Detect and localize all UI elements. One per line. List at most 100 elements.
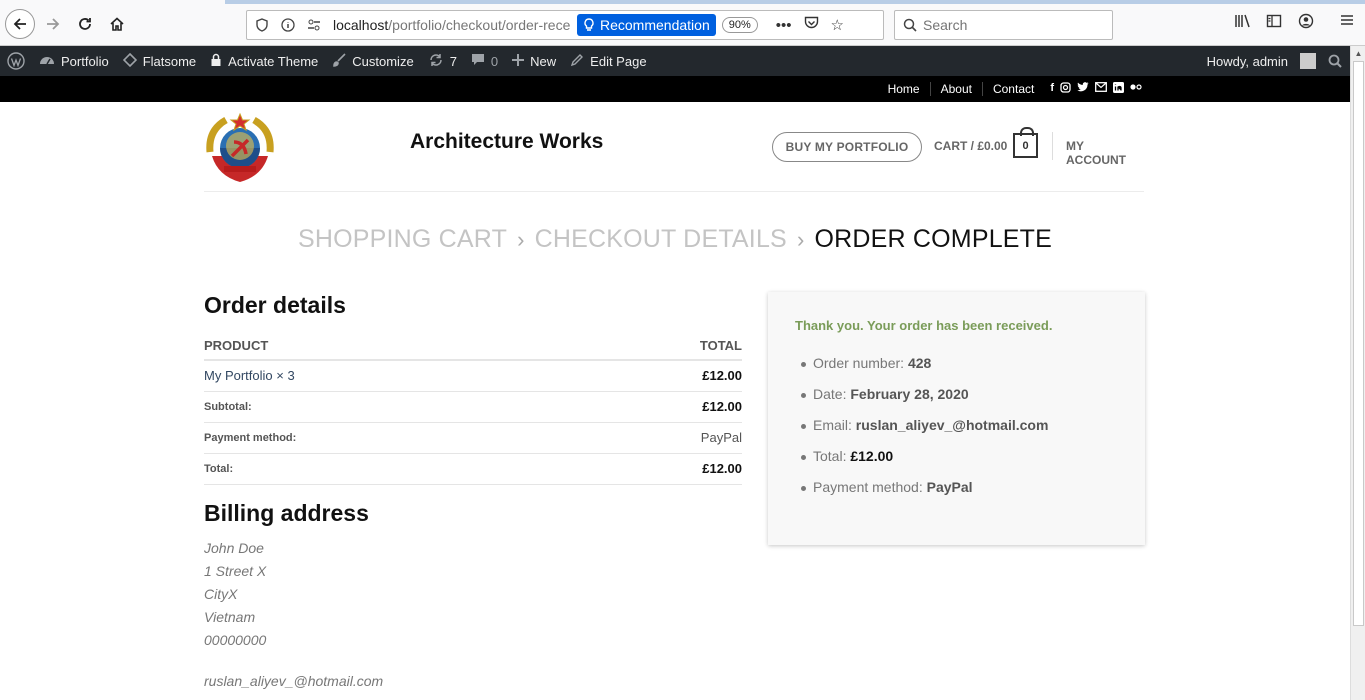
search-box[interactable]: [894, 10, 1113, 40]
lightbulb-icon: [584, 18, 594, 31]
step-separator: ›: [796, 227, 805, 252]
table-row: My Portfolio × 3 £12.00: [204, 360, 742, 392]
home-button[interactable]: [102, 9, 132, 39]
wp-admin-bar: Portfolio Flatsome Activate Theme Custom…: [0, 46, 1350, 76]
order-received-box: Thank you. Your order has been received.…: [768, 292, 1145, 545]
table-row: Total: £12.00: [204, 453, 742, 485]
adminbar-my-account[interactable]: Howdy, admin: [1200, 46, 1328, 76]
payment-method-value: PayPal: [573, 422, 742, 454]
adminbar-updates-count: 7: [449, 53, 457, 69]
order-payment-label: Payment method:: [813, 479, 923, 495]
reload-icon: [79, 18, 91, 30]
wordpress-icon: [7, 52, 25, 70]
order-details-table: PRODUCT TOTAL My Portfolio × 3 £12.00 Su…: [204, 334, 742, 485]
order-details-section: Order details PRODUCT TOTAL My Portfolio…: [204, 292, 742, 485]
recommendation-button[interactable]: Recommendation: [577, 14, 716, 36]
adminbar-new[interactable]: New: [505, 46, 563, 76]
cart-count-badge[interactable]: 0: [1013, 127, 1038, 158]
sidebar-icon[interactable]: [1266, 13, 1282, 34]
step-order-complete[interactable]: ORDER COMPLETE: [814, 225, 1052, 253]
recommendation-label: Recommendation: [600, 17, 710, 33]
flickr-icon[interactable]: [1130, 82, 1142, 96]
step-shopping-cart[interactable]: SHOPPING CART: [298, 225, 507, 253]
url-text[interactable]: localhost/portfolio/checkout/order-rece: [333, 17, 573, 33]
wp-logo-menu[interactable]: [0, 46, 32, 76]
zoom-level[interactable]: 90%: [721, 17, 758, 33]
twitter-icon[interactable]: [1077, 82, 1089, 96]
arrow-left-icon: [13, 18, 26, 30]
adminbar-edit-label: Edit Page: [590, 53, 647, 69]
forward-button[interactable]: [38, 9, 68, 39]
order-total-label: Total:: [813, 448, 847, 464]
billing-country: Vietnam: [204, 609, 256, 625]
account-icon[interactable]: [1298, 13, 1314, 34]
info-icon[interactable]: [277, 14, 299, 36]
cart-link[interactable]: CART / £0.00: [934, 139, 1007, 153]
adminbar-edit-page[interactable]: Edit Page: [563, 46, 653, 76]
billing-street: 1 Street X: [204, 563, 267, 579]
topbar-link-about[interactable]: About: [931, 82, 983, 96]
adminbar-comments[interactable]: 0: [464, 46, 505, 76]
subtotal-label: Subtotal:: [204, 391, 574, 423]
order-overview-list: Order number: 428 Date: February 28, 202…: [795, 355, 1118, 497]
table-header-row: PRODUCT TOTAL: [204, 334, 742, 361]
site-title[interactable]: Architecture Works: [410, 130, 603, 154]
product-link[interactable]: My Portfolio: [204, 368, 273, 383]
search-input[interactable]: [923, 17, 1103, 33]
bookmark-star-icon[interactable]: ☆: [831, 16, 844, 34]
my-account-link[interactable]: MY ACCOUNT: [1066, 139, 1144, 167]
checkout-breadcrumb: SHOPPING CART › CHECKOUT DETAILS › ORDER COM…: [0, 225, 1350, 254]
billing-address-heading: Billing address: [204, 500, 369, 526]
shield-icon[interactable]: [251, 14, 273, 36]
scroll-up-arrow[interactable]: ▲: [1351, 46, 1365, 61]
list-item: Total: £12.00: [795, 448, 1118, 466]
adminbar-activate-theme[interactable]: Activate Theme: [203, 46, 325, 76]
payment-method-label: Payment method:: [204, 422, 574, 454]
flatsome-icon: [122, 52, 137, 70]
topbar-link-home[interactable]: Home: [878, 82, 931, 96]
back-button[interactable]: [5, 9, 35, 39]
order-email-label: Email:: [813, 417, 852, 433]
adminbar-search[interactable]: [1328, 46, 1350, 76]
pocket-icon[interactable]: [804, 16, 819, 34]
url-host: localhost: [333, 17, 389, 33]
linkedin-icon[interactable]: [1113, 82, 1124, 96]
adminbar-site-label: Portfolio: [61, 53, 109, 69]
product-cell: My Portfolio × 3: [204, 360, 574, 392]
menu-icon[interactable]: [1340, 13, 1354, 32]
order-date-label: Date:: [813, 386, 847, 402]
adminbar-updates[interactable]: 7: [421, 46, 464, 76]
page-actions-icon[interactable]: •••: [776, 17, 792, 34]
list-item: Payment method: PayPal: [795, 479, 1118, 497]
email-icon[interactable]: [1095, 82, 1107, 96]
buy-portfolio-button[interactable]: BUY MY PORTFOLIO: [772, 132, 922, 162]
adminbar-customize[interactable]: Customize: [325, 46, 420, 76]
library-icon[interactable]: [1234, 13, 1252, 34]
total-value: £12.00: [573, 453, 742, 485]
pencil-icon: [570, 53, 584, 70]
adminbar-flatsome-label: Flatsome: [142, 53, 197, 69]
permissions-icon[interactable]: [303, 14, 325, 36]
billing-address: John Doe 1 Street X CityX Vietnam 000000…: [204, 537, 742, 693]
arrow-right-icon: [47, 18, 60, 30]
step-checkout-details[interactable]: CHECKOUT DETAILS: [535, 225, 787, 253]
billing-email: ruslan_aliyev_@hotmail.com: [204, 673, 384, 689]
social-icons: f: [1050, 82, 1142, 96]
url-bar[interactable]: localhost/portfolio/checkout/order-rece …: [246, 10, 884, 40]
page-scrollbar[interactable]: ▲: [1350, 46, 1365, 700]
billing-address-section: Billing address John Doe 1 Street X City…: [204, 500, 742, 693]
facebook-icon[interactable]: f: [1050, 82, 1054, 96]
product-total: £12.00: [573, 360, 742, 392]
order-number-label: Order number:: [813, 355, 905, 371]
order-date-value: February 28, 2020: [850, 386, 969, 402]
instagram-icon[interactable]: [1060, 82, 1071, 96]
topbar-link-contact[interactable]: Contact: [983, 82, 1044, 96]
column-header-product: PRODUCT: [204, 334, 574, 361]
billing-name: John Doe: [204, 540, 264, 556]
adminbar-site-menu[interactable]: Portfolio: [32, 46, 116, 76]
adminbar-flatsome-menu[interactable]: Flatsome: [116, 46, 203, 76]
site-logo[interactable]: [204, 112, 276, 184]
reload-button[interactable]: [70, 9, 100, 39]
scrollbar-thumb[interactable]: [1353, 61, 1364, 626]
order-received-message: Thank you. Your order has been received.: [795, 318, 1053, 333]
